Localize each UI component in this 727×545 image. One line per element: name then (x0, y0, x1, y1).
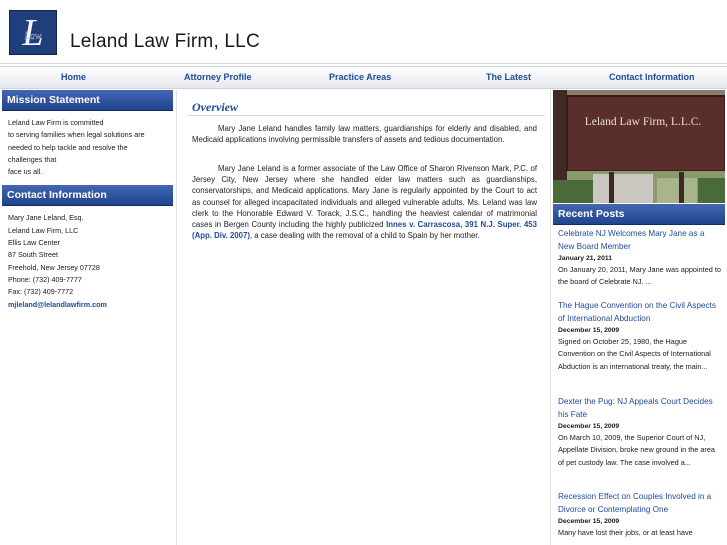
post-title-link[interactable]: Dexter the Pug: NJ Appeals Court Decides… (558, 396, 723, 421)
recent-post: Celebrate NJ Welcomes Mary Jane as a New… (558, 228, 723, 289)
post-date: December 15, 2009 (558, 327, 620, 334)
mission-line: challenges that (8, 154, 57, 164)
mission-text: Leland Law Firm is committed to serving … (2, 111, 173, 178)
contact-fax: Fax: (732) 409-7772 (8, 287, 74, 297)
contact-firm: Leland Law Firm, LLC (8, 225, 79, 235)
contact-phone: Phone: (732) 409-7777 (8, 274, 82, 284)
post-excerpt: On March 10, 2009, the Superior Court of… (558, 433, 715, 467)
scales-logo[interactable]: L Law (9, 10, 57, 55)
mission-line: face us all. (8, 167, 43, 177)
contact-city: Freehold, New Jersey 07728 (8, 262, 100, 272)
contact-heading: Contact Information (2, 185, 173, 207)
contact-email-link[interactable]: mjleland@lelandlawfirm.com (2, 299, 173, 311)
photo-sign-text: Leland Law Firm, L.L.C. (585, 116, 702, 128)
post-date: January 21, 2011 (558, 255, 613, 262)
office-sign-photo: Leland Law Firm, L.L.C. (553, 90, 725, 203)
nav-contact-information[interactable]: Contact Information (609, 72, 695, 82)
right-sidebar: Leland Law Firm, L.L.C. Recent Posts Cel… (553, 90, 727, 545)
post-title-link[interactable]: Recession Effect on Couples Involved in … (558, 491, 723, 516)
nav-attorney-profile[interactable]: Attorney Profile (184, 72, 252, 82)
recent-posts-heading: Recent Posts (553, 204, 725, 225)
site-title: Leland Law Firm, LLC (70, 31, 260, 52)
mission-line: needed to help tackle and resolve the (8, 142, 128, 152)
mission-line: to serving families when legal solutions… (8, 130, 145, 140)
contact-name: Mary Jane Leland, Esq. (8, 213, 84, 223)
contact-building: Ellis Law Center (8, 238, 60, 248)
logo-icon: L Law (10, 11, 56, 54)
nav-the-latest[interactable]: The Latest (486, 72, 531, 82)
nav-home[interactable]: Home (61, 72, 86, 82)
overview-paragraph-2: Mary Jane Leland is a former associate o… (192, 163, 537, 241)
recent-post: The Hague Convention on the Civil Aspect… (558, 300, 723, 373)
post-excerpt: On January 20, 2011, Mary Jane was appoi… (558, 265, 721, 287)
page-title: Overview (192, 100, 238, 114)
post-date: December 15, 2009 (558, 423, 620, 430)
post-date: December 15, 2009 (558, 518, 620, 525)
post-excerpt: Many have lost their jobs, or at least h… (558, 528, 693, 537)
recent-post: Dexter the Pug: NJ Appeals Court Decides… (558, 396, 723, 469)
logo-text: Law (23, 31, 42, 42)
contact-street: 87 South Street (8, 250, 58, 260)
main-content: Overview Mary Jane Leland handles family… (176, 90, 551, 545)
overview-paragraph-1: Mary Jane Leland handles family law matt… (192, 123, 537, 145)
mission-line: Leland Law Firm is committed (8, 118, 104, 127)
recent-post: Recession Effect on Couples Involved in … (558, 491, 723, 539)
paragraph-2-tail: , a case dealing with the removal of a c… (249, 231, 480, 241)
post-excerpt: Signed on October 25, 1980, the Hague Co… (558, 337, 711, 371)
nav-practice-areas[interactable]: Practice Areas (329, 72, 391, 82)
left-sidebar: Mission Statement Leland Law Firm is com… (2, 90, 173, 545)
paragraph-1-text: Mary Jane Leland handles family law matt… (192, 124, 537, 145)
mission-heading: Mission Statement (2, 90, 173, 111)
title-divider (187, 115, 545, 116)
post-title-link[interactable]: Celebrate NJ Welcomes Mary Jane as a New… (558, 228, 723, 253)
post-title-link[interactable]: The Hague Convention on the Civil Aspect… (558, 300, 723, 325)
site-header: L Law Leland Law Firm, LLC (0, 0, 727, 64)
main-nav: Home Attorney Profile Practice Areas The… (0, 66, 727, 89)
